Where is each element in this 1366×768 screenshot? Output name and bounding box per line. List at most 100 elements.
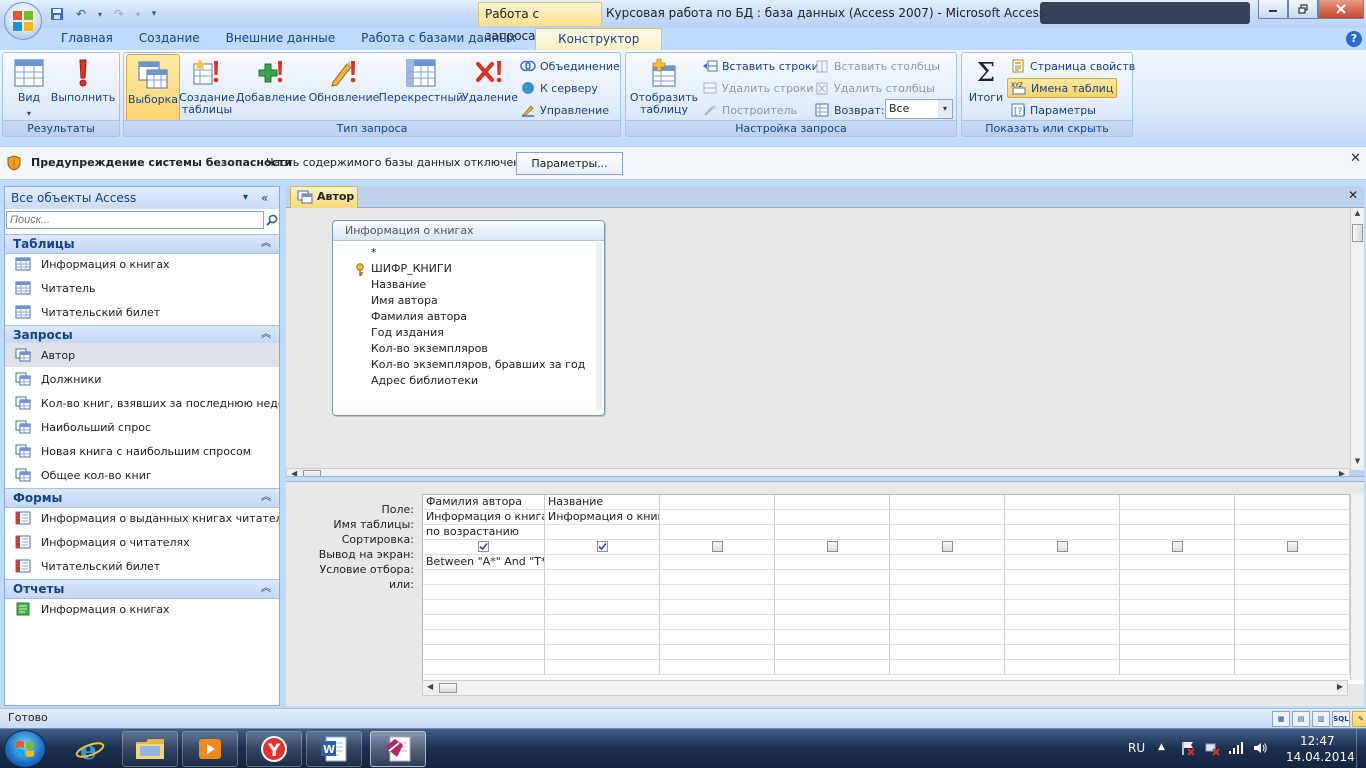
qbe-sort-cell[interactable] bbox=[545, 525, 660, 540]
qbe-empty-cell[interactable] bbox=[775, 630, 890, 645]
return-select[interactable]: Все ▾ bbox=[885, 99, 953, 119]
taskbar-yandex-button[interactable]: Y bbox=[246, 731, 302, 767]
qbe-field-cell[interactable] bbox=[775, 495, 890, 510]
nav-item-report[interactable]: Информация о книгах bbox=[5, 597, 279, 621]
qbe-sort-cell[interactable] bbox=[660, 525, 775, 540]
qbe-empty-cell[interactable] bbox=[890, 615, 1005, 630]
qbe-horizontal-scrollbar[interactable]: ◀ ▶ bbox=[422, 680, 1348, 696]
field-list-window[interactable]: Информация о книгах * ШИФР_КНИГИ Названи… bbox=[332, 220, 605, 416]
qbe-empty-cell[interactable] bbox=[1235, 630, 1350, 645]
qbe-field-cell[interactable] bbox=[660, 495, 775, 510]
customize-qat-icon[interactable]: ▾ bbox=[148, 5, 160, 23]
qbe-empty-cell[interactable] bbox=[1005, 615, 1120, 630]
minimize-button[interactable] bbox=[1258, 0, 1288, 19]
save-icon[interactable] bbox=[48, 5, 66, 23]
qbe-empty-cell[interactable] bbox=[423, 630, 545, 645]
totals-button[interactable]: Σ Итоги bbox=[966, 57, 1006, 121]
crosstab-query-button[interactable]: Перекрестный bbox=[379, 57, 463, 121]
sql-view-icon[interactable]: SQL bbox=[1332, 711, 1350, 727]
qbe-or-cell[interactable] bbox=[775, 570, 890, 585]
qbe-criteria-cell[interactable] bbox=[775, 555, 890, 570]
qbe-or-cell[interactable] bbox=[1120, 570, 1235, 585]
qbe-empty-cell[interactable] bbox=[890, 660, 1005, 675]
qbe-empty-cell[interactable] bbox=[1005, 585, 1120, 600]
qbe-show-cell[interactable] bbox=[660, 540, 775, 555]
nav-pane-header[interactable]: Все объекты Access ▾ « bbox=[5, 187, 279, 209]
qbe-field-cell[interactable]: Фамилия автора bbox=[423, 495, 545, 510]
security-options-button[interactable]: Параметры... bbox=[516, 152, 623, 175]
taskbar-access-button[interactable] bbox=[370, 731, 426, 767]
show-table-button[interactable]: Отобразить таблицу bbox=[630, 57, 698, 121]
table-names-button[interactable]: XYZ Имена таблиц bbox=[1007, 78, 1118, 98]
insert-columns-button[interactable]: Вставить столбцы bbox=[814, 56, 940, 76]
qbe-criteria-cell[interactable] bbox=[1120, 555, 1235, 570]
help-icon[interactable]: ? bbox=[1346, 31, 1362, 47]
data-definition-query-button[interactable]: Управление bbox=[520, 100, 609, 120]
field-list-item[interactable]: * bbox=[371, 245, 377, 261]
delete-columns-button[interactable]: Удалить столбцы bbox=[814, 78, 935, 98]
qbe-empty-cell[interactable] bbox=[1120, 585, 1235, 600]
qbe-empty-cell[interactable] bbox=[545, 660, 660, 675]
tab-database-tools[interactable]: Работа с базами данных bbox=[348, 28, 529, 50]
qbe-sort-cell[interactable] bbox=[1235, 525, 1350, 540]
field-list-item[interactable]: Название bbox=[371, 277, 426, 293]
pivot-chart-view-icon[interactable]: ▥ bbox=[1312, 711, 1330, 727]
qbe-empty-cell[interactable] bbox=[1120, 630, 1235, 645]
builder-button[interactable]: Построитель bbox=[702, 100, 797, 120]
taskbar-word-button[interactable]: W bbox=[306, 731, 362, 767]
nav-item-query[interactable]: Автор bbox=[5, 343, 279, 367]
qbe-table-cell[interactable] bbox=[1120, 510, 1235, 525]
qbe-criteria-cell[interactable] bbox=[1005, 555, 1120, 570]
qbe-sort-cell[interactable] bbox=[775, 525, 890, 540]
nav-item-table[interactable]: Информация о книгах bbox=[5, 252, 279, 276]
nav-group-forms[interactable]: Формы ︽ bbox=[5, 488, 279, 508]
field-list-scrollbar[interactable] bbox=[596, 243, 602, 411]
qbe-empty-cell[interactable] bbox=[545, 630, 660, 645]
insert-rows-button[interactable]: Вставить строки bbox=[702, 56, 819, 76]
qbe-empty-cell[interactable] bbox=[1235, 585, 1350, 600]
qbe-empty-cell[interactable] bbox=[423, 615, 545, 630]
qbe-empty-cell[interactable] bbox=[423, 585, 545, 600]
qbe-criteria-cell[interactable] bbox=[1235, 555, 1350, 570]
search-icon[interactable] bbox=[264, 211, 280, 229]
qbe-show-cell[interactable] bbox=[545, 540, 660, 555]
document-tab-avtor[interactable]: Автор bbox=[290, 186, 358, 208]
close-warning-icon[interactable]: ✕ bbox=[1350, 151, 1361, 166]
qbe-field-cell[interactable] bbox=[890, 495, 1005, 510]
qbe-or-cell[interactable] bbox=[545, 570, 660, 585]
nav-item-query[interactable]: Новая книга с наибольшим спросом bbox=[5, 439, 279, 463]
qbe-criteria-cell[interactable] bbox=[890, 555, 1005, 570]
qbe-or-cell[interactable] bbox=[423, 570, 545, 585]
qbe-empty-cell[interactable] bbox=[775, 585, 890, 600]
field-list-item[interactable]: Кол-во экземпляров, бравших за год bbox=[371, 357, 585, 373]
update-query-button[interactable]: Обновление bbox=[308, 57, 380, 121]
qbe-table-cell[interactable] bbox=[1235, 510, 1350, 525]
delete-rows-button[interactable]: Удалить строки bbox=[702, 78, 814, 98]
nav-item-query[interactable]: Должники bbox=[5, 367, 279, 391]
qbe-empty-cell[interactable] bbox=[775, 615, 890, 630]
qbe-empty-cell[interactable] bbox=[775, 645, 890, 660]
show-checkbox[interactable] bbox=[942, 541, 953, 552]
collapse-group-icon[interactable]: ︽ bbox=[261, 580, 271, 598]
qbe-empty-cell[interactable] bbox=[1120, 600, 1235, 615]
nav-item-table[interactable]: Читательский билет bbox=[5, 300, 279, 324]
collapse-group-icon[interactable]: ︽ bbox=[261, 326, 271, 344]
run-button[interactable]: Выполнить bbox=[51, 57, 115, 121]
qbe-empty-cell[interactable] bbox=[1005, 630, 1120, 645]
tab-design[interactable]: Конструктор bbox=[535, 28, 663, 50]
language-indicator[interactable]: RU bbox=[1128, 741, 1145, 755]
qbe-show-cell[interactable] bbox=[1005, 540, 1120, 555]
qbe-empty-cell[interactable] bbox=[1235, 660, 1350, 675]
qbe-criteria-cell[interactable]: Between "A*" And "T*" bbox=[423, 555, 545, 570]
qbe-empty-cell[interactable] bbox=[1005, 660, 1120, 675]
qbe-or-cell[interactable] bbox=[1005, 570, 1120, 585]
pass-through-query-button[interactable]: К серверу bbox=[520, 78, 598, 98]
office-button[interactable] bbox=[4, 2, 42, 40]
field-list-item[interactable]: Кол-во экземпляров bbox=[371, 341, 488, 357]
qbe-empty-cell[interactable] bbox=[1120, 660, 1235, 675]
qbe-table-cell[interactable] bbox=[1005, 510, 1120, 525]
nav-search-input[interactable] bbox=[6, 211, 264, 229]
qbe-sort-cell[interactable] bbox=[1120, 525, 1235, 540]
qbe-empty-cell[interactable] bbox=[660, 660, 775, 675]
qbe-criteria-cell[interactable] bbox=[660, 555, 775, 570]
